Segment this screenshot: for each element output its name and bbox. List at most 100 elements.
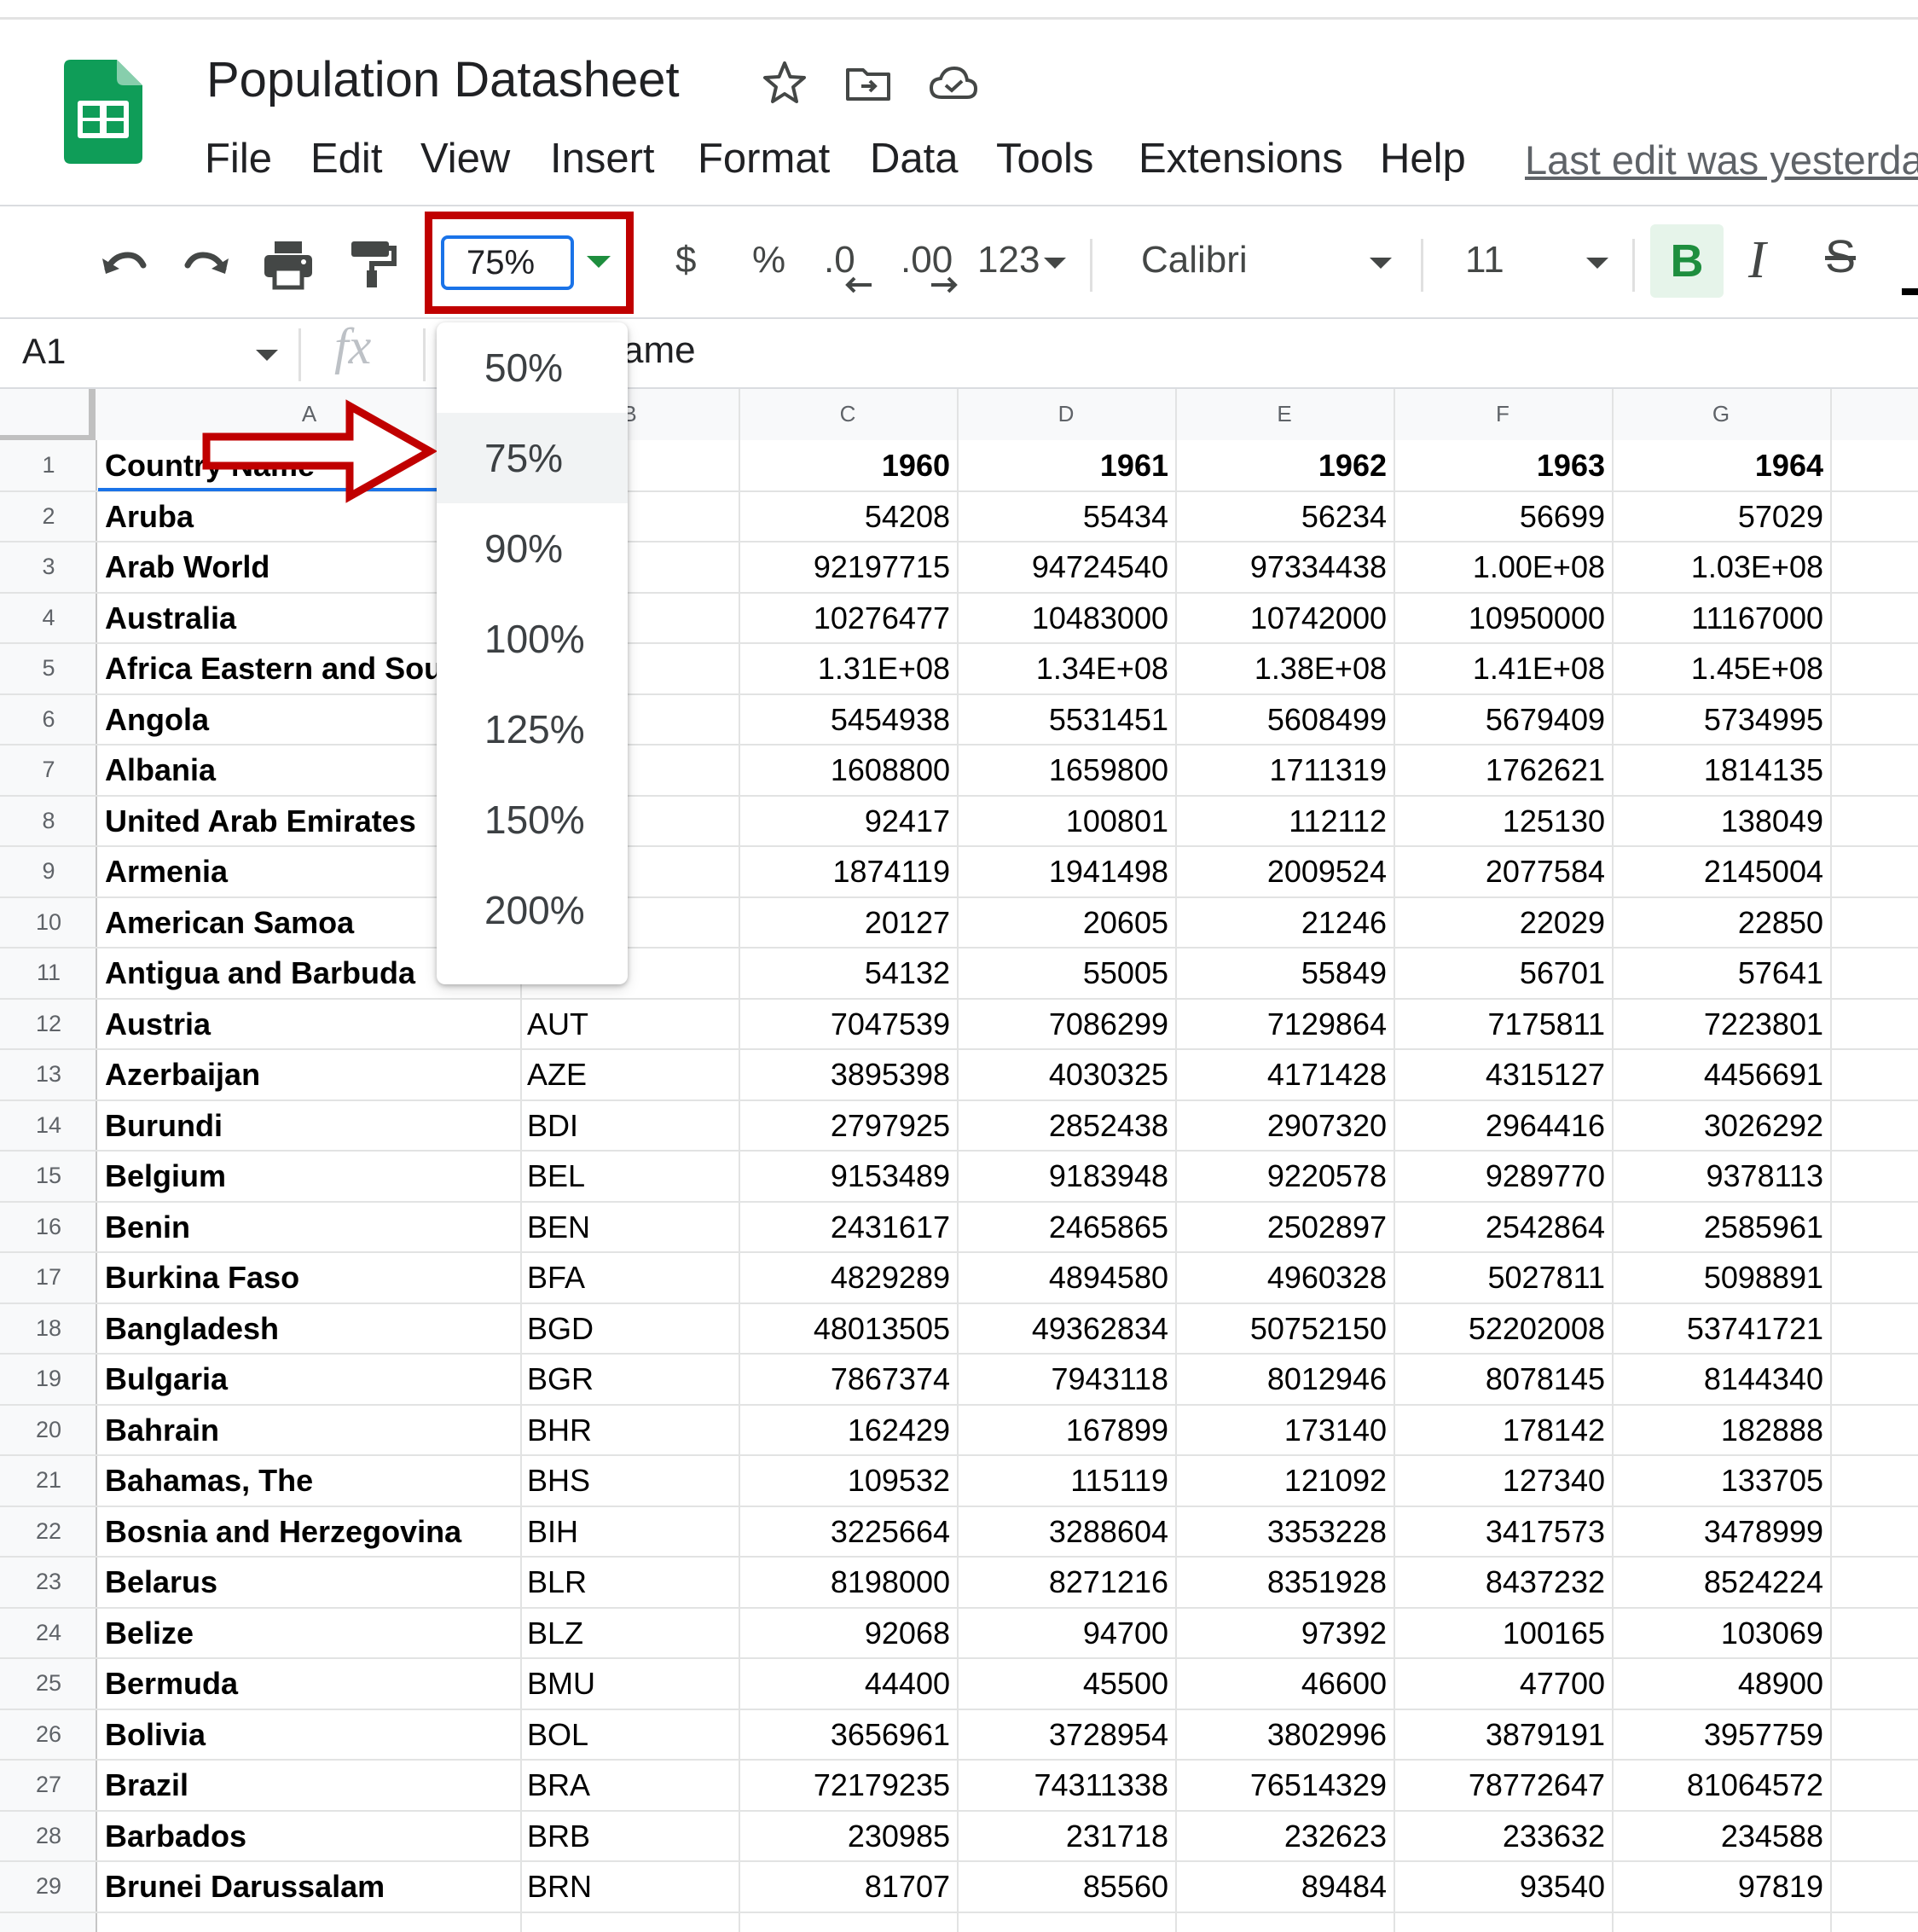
table-cell[interactable]: 55434 bbox=[964, 499, 1168, 535]
zoom-option-100[interactable]: 100% bbox=[437, 594, 628, 684]
table-cell[interactable]: 52202008 bbox=[1400, 1311, 1605, 1347]
table-cell[interactable]: 48013505 bbox=[745, 1311, 950, 1347]
zoom-option-150[interactable]: 150% bbox=[437, 775, 628, 865]
row-header[interactable]: 3 bbox=[0, 554, 97, 580]
table-cell[interactable]: 125130 bbox=[1400, 804, 1605, 839]
table-cell[interactable]: 231718 bbox=[964, 1819, 1168, 1854]
table-cell[interactable]: 133705 bbox=[1619, 1463, 1823, 1499]
table-cell[interactable]: 10742000 bbox=[1182, 600, 1387, 636]
zoom-option-200[interactable]: 200% bbox=[437, 865, 628, 955]
table-cell[interactable]: 92417 bbox=[745, 804, 950, 839]
row-header[interactable]: 4 bbox=[0, 605, 97, 631]
table-cell[interactable]: 138049 bbox=[1619, 804, 1823, 839]
table-cell[interactable]: 78772647 bbox=[1400, 1767, 1605, 1803]
table-cell[interactable]: 9378113 bbox=[1619, 1158, 1823, 1194]
row-header[interactable]: 14 bbox=[0, 1112, 97, 1139]
table-cell[interactable]: 7943118 bbox=[964, 1361, 1168, 1397]
column-header-g[interactable]: G bbox=[1612, 401, 1830, 427]
table-cell[interactable]: Belize bbox=[105, 1616, 513, 1651]
table-cell[interactable]: Brazil bbox=[105, 1767, 513, 1803]
table-cell[interactable]: 3026292 bbox=[1619, 1108, 1823, 1144]
table-cell[interactable]: Bermuda bbox=[105, 1666, 513, 1702]
table-cell[interactable]: 9153489 bbox=[745, 1158, 950, 1194]
table-cell[interactable]: 2907320 bbox=[1182, 1108, 1387, 1144]
table-cell[interactable]: 8144340 bbox=[1619, 1361, 1823, 1397]
table-cell[interactable]: 8271216 bbox=[964, 1564, 1168, 1600]
table-cell[interactable]: BFA bbox=[527, 1260, 732, 1296]
table-cell[interactable]: BOL bbox=[527, 1717, 732, 1753]
table-cell[interactable]: 8078145 bbox=[1400, 1361, 1605, 1397]
table-cell[interactable]: 1.00E+08 bbox=[1400, 549, 1605, 585]
table-cell[interactable]: BIH bbox=[527, 1514, 732, 1550]
table-cell[interactable]: 97392 bbox=[1182, 1616, 1387, 1651]
table-cell[interactable]: 3728954 bbox=[964, 1717, 1168, 1753]
table-cell[interactable]: 93540 bbox=[1400, 1869, 1605, 1905]
table-cell[interactable]: 9183948 bbox=[964, 1158, 1168, 1194]
strikethrough-button[interactable]: S bbox=[1825, 230, 1856, 283]
table-cell[interactable]: 55849 bbox=[1182, 955, 1387, 991]
table-cell[interactable]: 3957759 bbox=[1619, 1717, 1823, 1753]
table-cell[interactable]: 92197715 bbox=[745, 549, 950, 585]
format-percent-button[interactable]: % bbox=[752, 239, 785, 281]
table-cell[interactable]: 5608499 bbox=[1182, 702, 1387, 738]
table-cell[interactable]: 56701 bbox=[1400, 955, 1605, 991]
table-cell[interactable]: 10483000 bbox=[964, 600, 1168, 636]
table-cell[interactable]: 5098891 bbox=[1619, 1260, 1823, 1296]
table-cell[interactable]: 49362834 bbox=[964, 1311, 1168, 1347]
table-cell[interactable]: BEL bbox=[527, 1158, 732, 1194]
table-cell[interactable]: 85560 bbox=[964, 1869, 1168, 1905]
table-cell[interactable]: 7129864 bbox=[1182, 1007, 1387, 1042]
table-cell[interactable]: 3288604 bbox=[964, 1514, 1168, 1550]
star-icon[interactable] bbox=[759, 58, 810, 109]
table-cell[interactable]: 7047539 bbox=[745, 1007, 950, 1042]
table-cell[interactable]: 3656961 bbox=[745, 1717, 950, 1753]
row-header[interactable]: 22 bbox=[0, 1518, 97, 1545]
table-cell[interactable]: 50752150 bbox=[1182, 1311, 1387, 1347]
table-cell[interactable]: 94724540 bbox=[964, 549, 1168, 585]
table-cell[interactable]: 94700 bbox=[964, 1616, 1168, 1651]
table-cell[interactable]: BHS bbox=[527, 1463, 732, 1499]
table-cell[interactable]: 2077584 bbox=[1400, 854, 1605, 890]
table-cell[interactable]: 1.03E+08 bbox=[1619, 549, 1823, 585]
table-cell[interactable]: 5531451 bbox=[964, 702, 1168, 738]
table-cell[interactable]: 103069 bbox=[1619, 1616, 1823, 1651]
row-header[interactable]: 26 bbox=[0, 1721, 97, 1748]
table-cell[interactable]: Burundi bbox=[105, 1108, 513, 1144]
row-header[interactable]: 5 bbox=[0, 655, 97, 682]
table-cell[interactable]: 54132 bbox=[745, 955, 950, 991]
table-cell[interactable]: 72179235 bbox=[745, 1767, 950, 1803]
table-cell[interactable]: 7867374 bbox=[745, 1361, 950, 1397]
table-cell[interactable]: 53741721 bbox=[1619, 1311, 1823, 1347]
last-edit-link[interactable]: Last edit was yesterda bbox=[1525, 136, 1918, 183]
bold-button[interactable]: B bbox=[1650, 224, 1724, 298]
table-cell[interactable]: 2145004 bbox=[1619, 854, 1823, 890]
table-cell[interactable]: 8351928 bbox=[1182, 1564, 1387, 1600]
row-header[interactable]: 15 bbox=[0, 1163, 97, 1189]
table-cell[interactable]: AUT bbox=[527, 1007, 732, 1042]
header-cell[interactable]: 1964 bbox=[1619, 448, 1823, 484]
table-cell[interactable]: 4171428 bbox=[1182, 1057, 1387, 1093]
table-cell[interactable]: 11167000 bbox=[1619, 600, 1823, 636]
table-cell[interactable]: 10950000 bbox=[1400, 600, 1605, 636]
row-header[interactable]: 16 bbox=[0, 1214, 97, 1240]
table-cell[interactable]: 97819 bbox=[1619, 1869, 1823, 1905]
table-cell[interactable]: 127340 bbox=[1400, 1463, 1605, 1499]
table-cell[interactable]: 3478999 bbox=[1619, 1514, 1823, 1550]
table-cell[interactable]: 8524224 bbox=[1619, 1564, 1823, 1600]
table-cell[interactable]: 2465865 bbox=[964, 1210, 1168, 1245]
menu-edit[interactable]: Edit bbox=[310, 135, 382, 183]
row-header[interactable]: 24 bbox=[0, 1620, 97, 1646]
table-cell[interactable]: BEN bbox=[527, 1210, 732, 1245]
row-header[interactable]: 19 bbox=[0, 1366, 97, 1392]
row-header[interactable]: 29 bbox=[0, 1873, 97, 1900]
table-cell[interactable]: 2797925 bbox=[745, 1108, 950, 1144]
name-box-caret-icon[interactable] bbox=[256, 350, 278, 361]
table-cell[interactable]: BRN bbox=[527, 1869, 732, 1905]
table-cell[interactable]: BMU bbox=[527, 1666, 732, 1702]
table-cell[interactable]: 45500 bbox=[964, 1666, 1168, 1702]
table-cell[interactable]: 3895398 bbox=[745, 1057, 950, 1093]
table-cell[interactable]: Bosnia and Herzegovina bbox=[105, 1514, 513, 1550]
table-cell[interactable]: 5027811 bbox=[1400, 1260, 1605, 1296]
row-header[interactable]: 12 bbox=[0, 1011, 97, 1037]
table-cell[interactable]: Belarus bbox=[105, 1564, 513, 1600]
